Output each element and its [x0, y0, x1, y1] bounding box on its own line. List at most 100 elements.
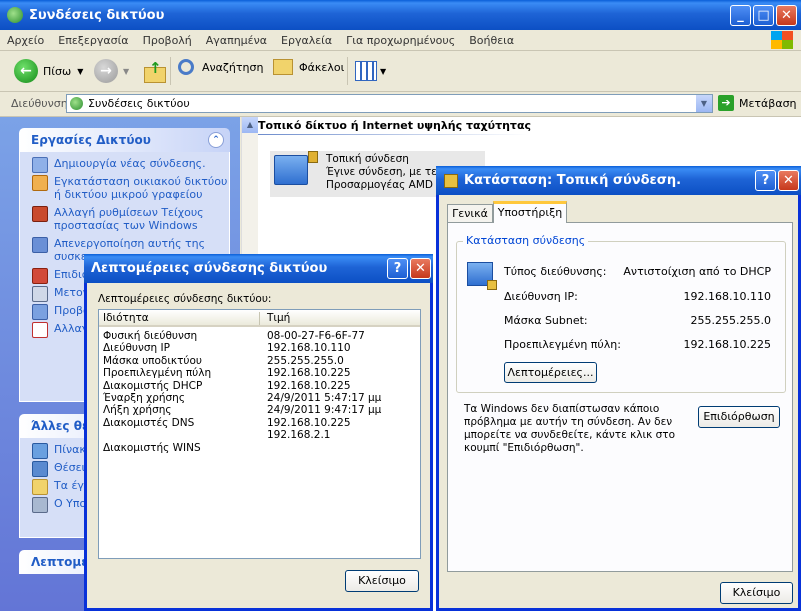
connection-status-group: Κατάσταση σύνδεσης Τύπος διεύθυνσης: Αντ… — [456, 234, 786, 393]
back-button[interactable]: ← Πίσω ▼ — [14, 59, 83, 83]
table-row[interactable]: Προεπιλεγμένη πύλη 192.168.10.225 — [99, 367, 420, 380]
scroll-up-button[interactable]: ▲ — [242, 117, 258, 133]
table-row[interactable]: Μάσκα υποδικτύου 255.255.255.0 — [99, 355, 420, 368]
repair-button-label: Επιδιόρθωση — [703, 410, 775, 423]
row-property: Λήξη χρήσης — [103, 404, 172, 417]
close-button-label: Κλείσιμο — [358, 574, 406, 587]
up-folder-button[interactable]: ↑ — [142, 59, 166, 83]
row-property: Προεπιλεγμένη πύλη — [103, 367, 212, 380]
go-button[interactable]: ➔ Μετάβαση — [718, 95, 797, 111]
close-button[interactable]: ✕ — [410, 258, 431, 279]
address-type-value: Αντιστοίχιση από το DHCP — [623, 265, 771, 278]
details-button[interactable]: Λεπτομέρειες... — [504, 362, 597, 383]
row-value: 192.168.10.110 — [267, 342, 351, 355]
views-button[interactable]: ▼ — [355, 61, 386, 81]
menu-advanced[interactable]: Για προχωρημένους — [339, 34, 462, 47]
tab-support[interactable]: Υποστήριξη — [493, 201, 567, 223]
row-property: Έναρξη χρήσης — [103, 392, 185, 404]
firewall-lock-icon — [308, 151, 318, 163]
title-bar: Συνδέσεις δικτύου _ □ ✕ — [0, 0, 801, 30]
address-bar: Διεύθυνση Συνδέσεις δικτύου ▼ ➔ Μετάβαση — [0, 92, 801, 117]
connection-device: Προσαρμογέας AMD PC — [326, 179, 450, 191]
menu-edit[interactable]: Επεξεργασία — [51, 34, 135, 47]
folders-button[interactable]: Φάκελοι — [273, 59, 344, 75]
collapse-chevron-icon[interactable]: ⌃ — [208, 132, 224, 148]
address-dropdown-button[interactable]: ▼ — [696, 95, 712, 112]
group-title: Κατάσταση σύνδεσης — [463, 234, 589, 247]
table-row[interactable]: Λήξη χρήσης 24/9/2011 9:47:17 μμ — [99, 404, 420, 417]
list-header: Ιδιότητα Τιμή — [99, 310, 420, 327]
table-row[interactable]: Διακομιστές DNS 192.168.10.225 — [99, 417, 420, 430]
row-value: 192.168.10.225 — [267, 379, 351, 392]
status-close-button[interactable]: Κλείσιμο — [720, 582, 793, 604]
table-row[interactable]: Διακομιστής WINS — [99, 442, 420, 455]
tab-general[interactable]: Γενικά — [447, 204, 493, 223]
windows-logo-icon — [771, 31, 793, 49]
task-create-connection[interactable]: Δημιουργία νέας σύνδεσης. — [20, 157, 229, 173]
details-close-button[interactable]: Κλείσιμο — [345, 570, 419, 592]
network-tasks-title: Εργασίες Δικτύου — [31, 133, 151, 147]
address-value: Συνδέσεις δικτύου — [88, 97, 190, 110]
menu-favorites[interactable]: Αγαπημένα — [199, 34, 274, 47]
forward-button[interactable]: → ▼ — [94, 59, 129, 83]
disable-network-icon — [32, 237, 48, 253]
default-gateway-value: 192.168.10.225 — [683, 338, 771, 351]
row-property: Φυσική διεύθυνση — [103, 330, 198, 342]
row-value: 08-00-27-F6-6F-77 — [267, 330, 365, 342]
close-button[interactable]: ✕ — [778, 170, 799, 191]
go-label: Μετάβαση — [739, 96, 797, 110]
network-globe-icon — [7, 7, 23, 23]
place-label: Πίνακ — [54, 443, 86, 456]
row-value: 192.168.2.1 — [267, 429, 331, 442]
close-button-label: Κλείσιμο — [732, 586, 781, 599]
folders-label: Φάκελοι — [299, 60, 345, 74]
row-value: 24/9/2011 5:47:17 μμ — [267, 392, 382, 404]
network-places-icon — [32, 461, 48, 477]
address-input[interactable]: Συνδέσεις δικτύου ▼ — [66, 94, 713, 113]
table-row[interactable]: Διεύθυνση IP 192.168.10.110 — [99, 342, 420, 355]
back-label: Πίσω — [43, 64, 72, 78]
task-label: Εγκατάσταση οικιακού δικτύου ή δικτύου μ… — [54, 175, 228, 201]
menu-help[interactable]: Βοήθεια — [462, 34, 521, 47]
table-row[interactable]: 192.168.2.1 — [99, 429, 420, 442]
connection-status: Έγινε σύνδεση, με τείχ — [326, 166, 447, 178]
details-dialog-title: Λεπτομέρειες σύνδεσης δικτύου — [91, 261, 328, 276]
details-list[interactable]: Ιδιότητα Τιμή Φυσική διεύθυνση 08-00-27-F… — [98, 309, 421, 559]
status-dialog: Κατάσταση: Τοπική σύνδεση. ? ✕ Γενικά Υπ… — [436, 166, 801, 611]
menu-view[interactable]: Προβολή — [136, 34, 199, 47]
task-firewall-settings[interactable]: Αλλαγή ρυθμίσεων Τείχους προστασίας των … — [20, 206, 229, 232]
menu-tools[interactable]: Εργαλεία — [274, 34, 339, 47]
details-list-label: Λεπτομέρειες σύνδεσης δικτύου: — [98, 293, 272, 305]
table-row[interactable]: Έναρξη χρήσης 24/9/2011 5:47:17 μμ — [99, 392, 420, 405]
forward-arrow-icon: → — [94, 59, 118, 83]
subnet-mask-value: 255.255.255.0 — [690, 314, 771, 327]
toolbar: ← Πίσω ▼ → ▼ ↑ Αναζήτηση Φάκελοι ▼ — [0, 51, 801, 92]
column-value[interactable]: Τιμή — [267, 312, 290, 324]
column-property[interactable]: Ιδιότητα — [103, 312, 260, 325]
maximize-button[interactable]: □ — [753, 4, 774, 26]
row-property: Μάσκα υποδικτύου — [103, 354, 202, 367]
details-dialog-title-bar: Λεπτομέρειες σύνδεσης δικτύου ? ✕ — [84, 254, 433, 283]
details-dialog: Λεπτομέρειες σύνδεσης δικτύου ? ✕ Λεπτομ… — [84, 254, 433, 611]
repair-button[interactable]: Επιδιόρθωση — [698, 406, 780, 428]
firewall-icon — [32, 206, 48, 222]
search-icon — [178, 59, 194, 75]
task-label: Δημιουργία νέας σύνδεσης. — [54, 157, 206, 170]
close-button[interactable]: ✕ — [776, 4, 797, 26]
table-row[interactable]: Διακομιστής DHCP 192.168.10.225 — [99, 380, 420, 393]
menu-bar: Αρχείο Επεξεργασία Προβολή Αγαπημένα Εργ… — [0, 30, 801, 51]
row-value: 192.168.10.225 — [267, 416, 351, 429]
row-value: 24/9/2011 9:47:17 μμ — [267, 404, 382, 417]
row-property: Διεύθυνση IP — [103, 342, 170, 355]
network-tasks-header[interactable]: Εργασίες Δικτύου ⌃ — [19, 128, 230, 152]
minimize-button[interactable]: _ — [730, 4, 751, 26]
help-button[interactable]: ? — [387, 258, 408, 279]
search-button[interactable]: Αναζήτηση — [178, 59, 263, 75]
help-button[interactable]: ? — [755, 170, 776, 191]
task-home-network[interactable]: Εγκατάσταση οικιακού δικτύου ή δικτύου μ… — [20, 175, 229, 201]
table-row[interactable]: Φυσική διεύθυνση 08-00-27-F6-6F-77 — [99, 330, 420, 343]
properties-icon — [32, 322, 48, 338]
connection-name: Τοπική σύνδεση — [326, 153, 409, 165]
go-arrow-icon: ➔ — [718, 95, 734, 111]
menu-file[interactable]: Αρχείο — [0, 34, 51, 47]
